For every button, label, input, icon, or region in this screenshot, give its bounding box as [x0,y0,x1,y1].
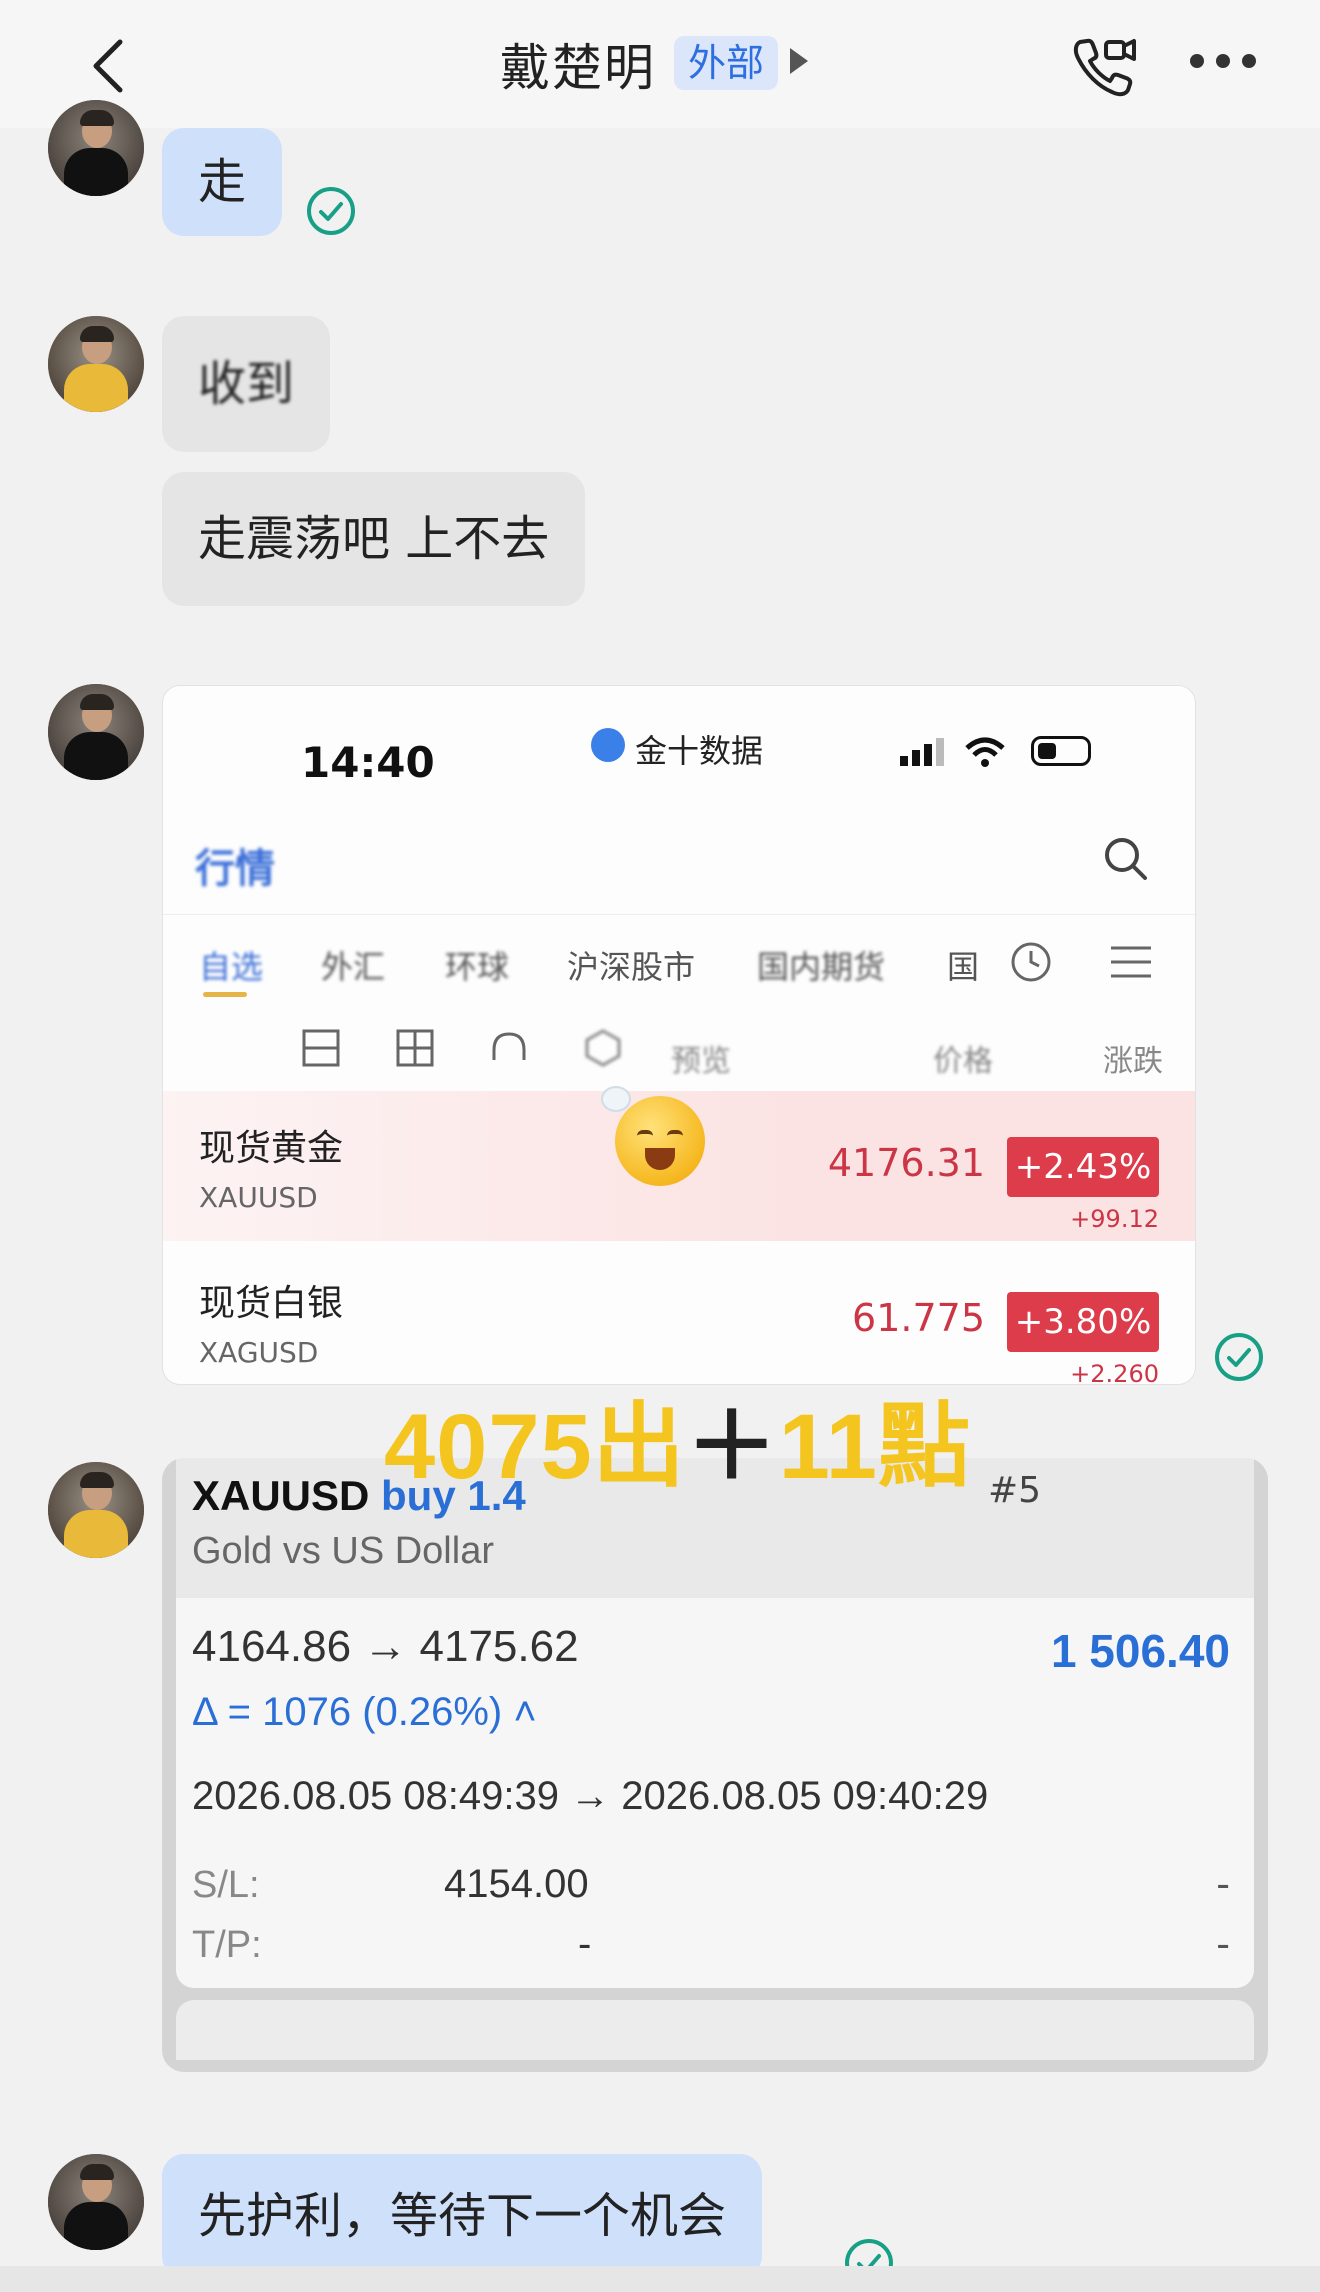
avatar[interactable] [48,2154,144,2250]
back-arrow-icon[interactable] [84,36,134,96]
tp-value: - [578,1922,592,1966]
overlay-right: 11點 [778,1396,971,1498]
sl-label: S/L: [192,1864,260,1906]
avatar[interactable] [48,316,144,412]
trade-delta: Δ = 1076 (0.26%) ˄ [192,1690,537,1734]
quote-code: XAUUSD [199,1181,318,1214]
quote-price: 4176.31 [827,1141,985,1185]
message-bubble[interactable]: 走震荡吧 上不去 [162,472,586,606]
contact-name[interactable]: 戴楚明 [500,28,656,100]
play-triangle-icon[interactable] [790,48,808,74]
quote-change-pct: +3.80% [1007,1292,1159,1352]
quote-change-pct: +2.43% [1007,1137,1159,1197]
page-title: 行情 [195,846,275,892]
grid-layout-icon [396,1029,434,1067]
annotation-overlay: 4075出＋11點 [384,1372,971,1505]
avatar[interactable] [48,684,144,780]
single-layout-icon [302,1029,340,1067]
tab-a-shares: 沪深股市 [567,948,696,986]
bottom-edge [0,2266,1320,2292]
battery-icon [1031,736,1091,766]
cell-signal-icon [900,738,944,766]
clock-icon [1011,942,1051,982]
external-badge: 外部 [674,36,779,90]
tab-watchlist: 自选 [199,948,264,986]
tab-futures: 国内期货 [757,948,886,986]
sl-value: 4154.00 [444,1862,589,1906]
market-screenshot-image[interactable]: 14:40 金十数据 行情 自选 外汇 环球 沪深股市 国内期货 国 预览 价格… [162,685,1196,1385]
more-options-icon[interactable] [1190,54,1260,70]
trade-description: Gold vs US Dollar [192,1530,494,1572]
read-check-icon [1215,1333,1263,1381]
quote-price: 61.775 [852,1296,985,1340]
column-change: 涨跌 [1103,1044,1163,1079]
column-price: 价格 [933,1044,993,1079]
trade-profit: 1 506.40 [1050,1625,1230,1677]
menu-icon [1111,946,1151,978]
chat-page: 戴楚明 外部 走 收到 走震荡吧 上不去 14:40 金十数据 行情 自选 外汇… [0,0,1320,2292]
trade-symbol: XAUUSD [192,1472,370,1519]
headphones-icon [492,1032,526,1060]
quote-name: 现货白银 [199,1283,344,1324]
message-text: 走震荡吧 上不去 [198,511,550,567]
right-value: - [1216,1922,1230,1966]
trade-prices: 4164.86 → 4175.62 [192,1622,579,1671]
app-logo-icon [591,728,625,762]
trade-footer [176,2000,1254,2060]
trade-times: 2026.08.05 08:49:39 → 2026.08.05 09:40:2… [192,1774,989,1818]
message-text: 先护利，等待下一个机会 [198,2188,727,2244]
status-time: 14:40 [301,738,435,787]
quote-change: +99.12 [1070,1205,1159,1233]
overlay-left: 4075出 [384,1396,686,1498]
search-icon [1105,838,1147,880]
divider [163,914,1195,915]
message-text: 收到 [198,356,295,412]
trade-screenshot-image[interactable]: XAUUSD buy 1.4 #5 Gold vs US Dollar 4164… [162,1458,1268,2072]
right-value: - [1216,1862,1230,1906]
chat-header: 戴楚明 外部 [0,0,1320,128]
avatar[interactable] [48,100,144,196]
quote-code: XAGUSD [199,1336,319,1369]
message-bubble[interactable]: 走 [162,128,283,236]
tp-label: T/P: [192,1924,262,1966]
phone-video-call-icon[interactable] [1068,32,1138,102]
message-bubble[interactable]: 先护利，等待下一个机会 [162,2154,763,2278]
avatar[interactable] [48,1462,144,1558]
quote-name: 现货黄金 [199,1128,344,1169]
tab-more: 国 [947,948,980,986]
quote-row: 现货白银 XAGUSD 61.775 +3.80% +2.260 [163,1246,1195,1385]
wifi-icon [965,737,1005,767]
trade-panel: XAUUSD buy 1.4 #5 Gold vs US Dollar 4164… [176,1458,1254,1988]
message-bubble[interactable]: 收到 [162,316,331,452]
read-check-icon [307,187,355,235]
tab-underline [203,992,247,997]
overlay-plus: ＋ [685,1396,779,1498]
app-name: 金十数据 [635,732,764,770]
hexagon-icon [585,1029,621,1067]
message-text: 走 [198,154,247,210]
tab-forex: 外汇 [321,948,386,986]
tab-global: 环球 [445,948,510,986]
column-preview: 预览 [671,1044,731,1079]
trade-ticket: #5 [988,1470,1042,1511]
quote-change: +2.260 [1070,1360,1159,1385]
relieved-face-emoji-icon [601,1086,705,1186]
